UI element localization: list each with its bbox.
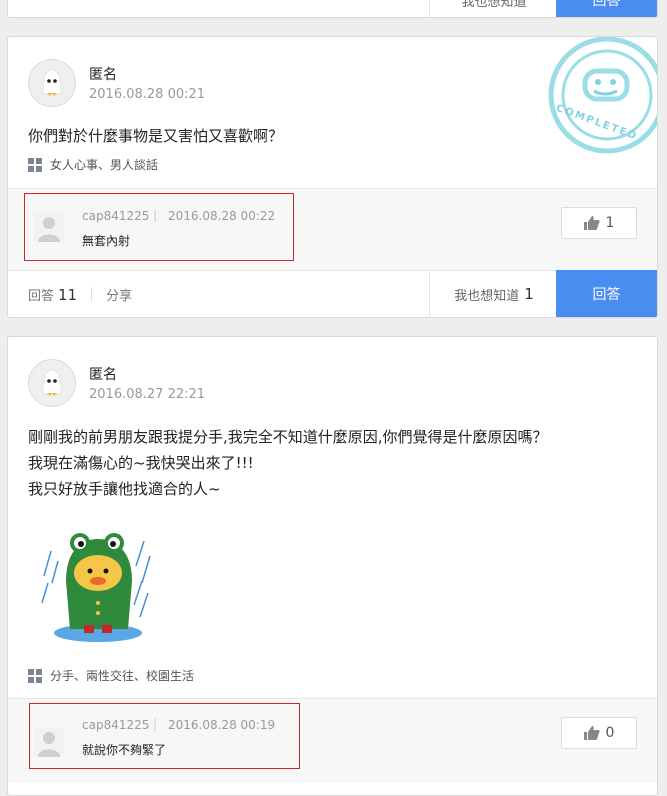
question-tags: 分手、兩性交往、校園生活 bbox=[28, 667, 194, 684]
want-to-know-count: 1 bbox=[524, 285, 534, 303]
answer-row: cap841225 | 2016.08.28 00:22 無套內射 1 bbox=[8, 188, 657, 273]
ghost-avatar-icon bbox=[42, 69, 62, 96]
answer-button-label: 回答 bbox=[592, 0, 621, 9]
question-footer: 回答 11 分享 我也想知道 1 回答 bbox=[8, 270, 657, 317]
like-count: 0 bbox=[605, 725, 615, 741]
answers-count: 11 bbox=[58, 285, 78, 304]
share-link[interactable]: 分享 bbox=[106, 285, 132, 304]
tag-links[interactable]: 女人心事、男人談話 bbox=[50, 156, 158, 173]
tag-links[interactable]: 分手、兩性交往、校園生活 bbox=[50, 667, 194, 684]
question-tags: 女人心事、男人談話 bbox=[28, 156, 158, 173]
post-date: 2016.08.28 00:21 bbox=[89, 87, 206, 102]
want-to-know-label: 我也想知道 bbox=[461, 0, 527, 10]
like-button[interactable]: 0 bbox=[561, 717, 637, 749]
answer-button-label: 回答 bbox=[592, 286, 621, 303]
highlight-box bbox=[29, 703, 300, 769]
answers-label: 回答 bbox=[28, 288, 55, 304]
want-to-know-button[interactable]: 我也想知道 bbox=[429, 0, 558, 17]
completed-stamp: COMPLETED bbox=[547, 37, 657, 155]
question-line: 我只好放手讓他找適合的人~ bbox=[28, 480, 221, 498]
answer-row: cap841225 | 2016.08.28 00:19 就說你不夠緊了 0 bbox=[8, 698, 657, 783]
answers-link[interactable]: 回答 11 bbox=[28, 285, 77, 304]
question-line: 我現在滿傷心的~我快哭出來了!!! bbox=[28, 454, 254, 472]
question-line: 你們對於什麼事物是又害怕又喜歡啊？ bbox=[28, 127, 284, 145]
footer-divider bbox=[91, 287, 93, 301]
category-grid-icon bbox=[28, 668, 42, 683]
question-line: 剛剛我的前男朋友跟我提分手,我完全不知道什麼原因,你們覺得是什麼原因嗎？ bbox=[28, 428, 548, 446]
question-text[interactable]: 你們對於什麼事物是又害怕又喜歡啊？ bbox=[28, 123, 283, 149]
category-grid-icon bbox=[28, 157, 42, 172]
question-card: 匿名 2016.08.28 00:21 COMPLETED 你們對於什麼事物是又… bbox=[7, 36, 658, 318]
ghost-avatar-icon bbox=[42, 369, 62, 396]
post-date: 2016.08.27 22:21 bbox=[89, 387, 206, 402]
want-to-know-button[interactable]: 我也想知道 1 bbox=[429, 271, 558, 317]
author-name[interactable]: 匿名 bbox=[89, 64, 117, 84]
author-name[interactable]: 匿名 bbox=[89, 364, 117, 384]
answer-button[interactable]: 回答 bbox=[556, 0, 657, 17]
like-button[interactable]: 1 bbox=[561, 207, 637, 239]
thumbs-up-icon bbox=[583, 726, 600, 740]
question-text[interactable]: 剛剛我的前男朋友跟我提分手,我完全不知道什麼原因,你們覺得是什麼原因嗎？ 我現在… bbox=[28, 424, 548, 502]
avatar[interactable] bbox=[28, 359, 76, 407]
highlight-box bbox=[24, 193, 294, 261]
answer-button[interactable]: 回答 bbox=[556, 270, 657, 317]
like-count: 1 bbox=[605, 215, 615, 231]
avatar[interactable] bbox=[28, 59, 76, 107]
thumbs-up-icon bbox=[583, 216, 600, 230]
frog-sticker-image bbox=[36, 521, 156, 647]
previous-question-card: 我也想知道 回答 bbox=[7, 0, 658, 18]
want-to-know-label: 我也想知道 bbox=[454, 288, 520, 304]
question-card: 匿名 2016.08.27 22:21 剛剛我的前男朋友跟我提分手,我完全不知道… bbox=[7, 336, 658, 796]
